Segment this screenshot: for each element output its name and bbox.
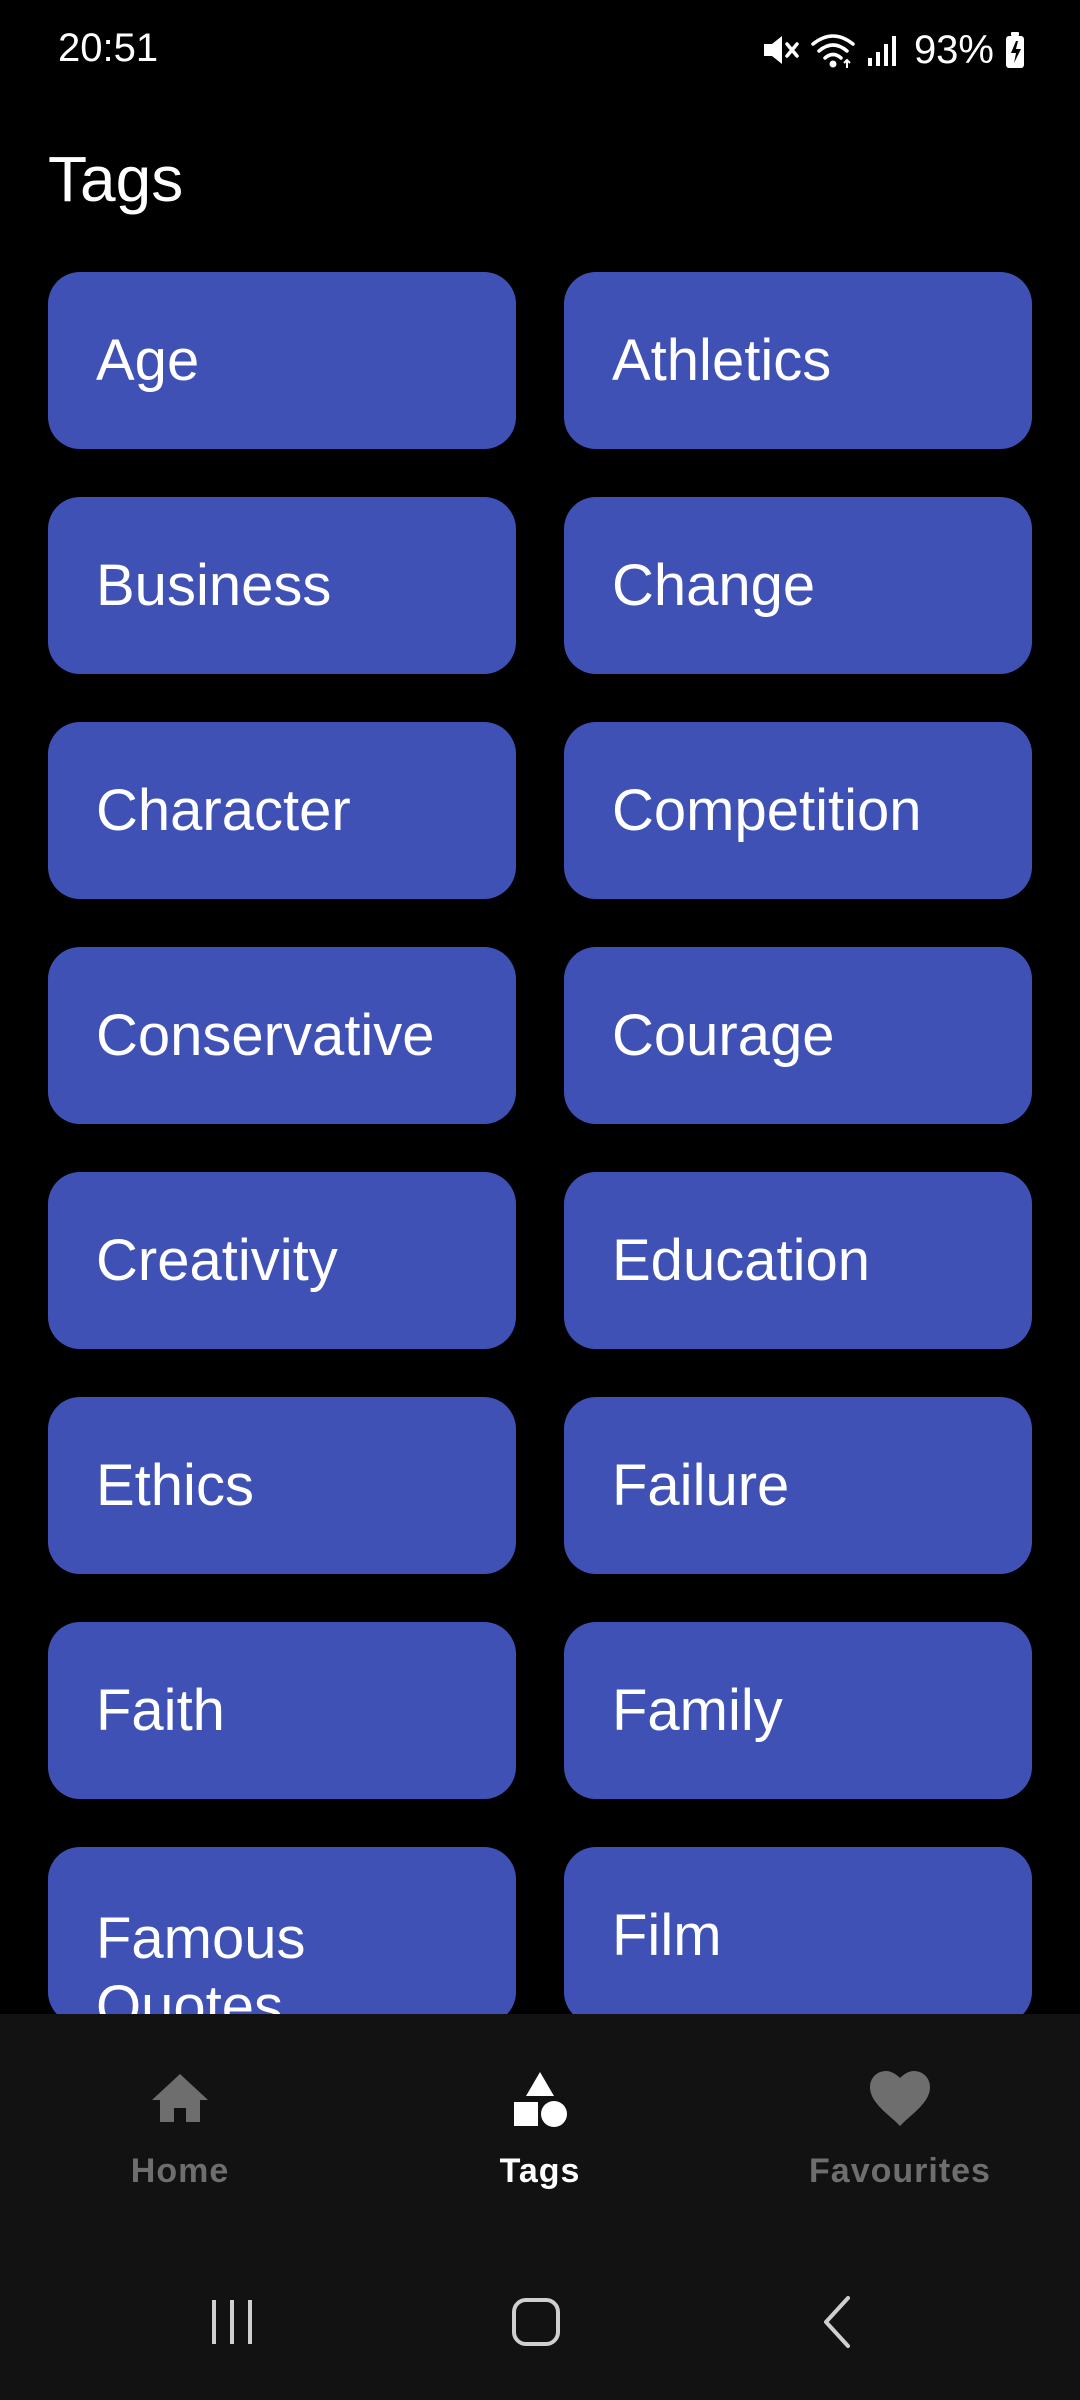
tag-label: Famous Quotes — [96, 1906, 306, 2014]
heart-icon — [870, 2071, 930, 2126]
status-bar: 20:51 93% — [0, 0, 1080, 100]
nav-tags-label: Tags — [499, 2152, 581, 2190]
tag-card[interactable]: Change — [564, 497, 1032, 674]
wifi-icon — [811, 34, 855, 68]
tag-label: Creativity — [96, 1227, 338, 1293]
home-icon[interactable] — [496, 2282, 576, 2362]
tag-label: Change — [612, 552, 816, 618]
tag-card[interactable]: Courage — [564, 947, 1032, 1124]
tag-card[interactable]: Ethics — [48, 1397, 516, 1574]
tag-label: Character — [96, 777, 351, 843]
status-icons: 93% — [760, 22, 1026, 78]
status-time: 20:51 — [58, 26, 159, 70]
tag-card[interactable]: Business — [48, 497, 516, 674]
tag-card[interactable]: Character — [48, 722, 516, 899]
tag-label: Ethics — [96, 1452, 254, 1518]
nav-tags[interactable]: Tags — [360, 2014, 720, 2240]
system-navigation-bar — [0, 2240, 1080, 2400]
tag-label: Competition — [612, 777, 922, 843]
recent-apps-icon[interactable] — [192, 2282, 272, 2362]
tag-card[interactable]: Family — [564, 1622, 1032, 1799]
mute-icon — [763, 36, 799, 64]
tag-label: Athletics — [612, 327, 832, 393]
tag-card[interactable]: Failure — [564, 1397, 1032, 1574]
tag-card[interactable]: Education — [564, 1172, 1032, 1349]
tag-label: Family — [612, 1677, 783, 1743]
tag-card[interactable]: Famous Quotes — [48, 1847, 516, 2014]
tag-label: Age — [96, 327, 200, 393]
tag-card[interactable]: Competition — [564, 722, 1032, 899]
battery-charging-icon — [1006, 32, 1024, 68]
tags-list[interactable]: Age Athletics Business Change Character … — [0, 272, 1080, 2014]
signal-icon — [867, 36, 896, 66]
bottom-navigation: Home Tags Favourites — [0, 2014, 1080, 2240]
nav-favourites[interactable]: Favourites — [720, 2014, 1080, 2240]
tag-label: Film — [612, 1902, 722, 1968]
tag-card[interactable]: Film — [564, 1847, 1032, 2014]
back-icon[interactable] — [800, 2282, 880, 2362]
tag-label: Courage — [612, 1002, 835, 1068]
nav-home[interactable]: Home — [0, 2014, 360, 2240]
nav-favourites-label: Favourites — [809, 2152, 991, 2190]
shapes-icon — [514, 2072, 567, 2127]
tag-label: Conservative — [96, 1002, 435, 1068]
nav-home-label: Home — [130, 2152, 230, 2190]
home-icon — [152, 2074, 208, 2122]
tag-card[interactable]: Athletics — [564, 272, 1032, 449]
tag-label: Business — [96, 552, 332, 618]
tag-card[interactable]: Age — [48, 272, 516, 449]
tag-label: Failure — [612, 1452, 790, 1518]
tag-grid: Age Athletics Business Change Character … — [48, 272, 1032, 2014]
tag-card[interactable]: Faith — [48, 1622, 516, 1799]
tag-card[interactable]: Conservative — [48, 947, 516, 1124]
page-title: Tags — [48, 143, 184, 215]
tag-label: Education — [612, 1227, 870, 1293]
battery-percentage: 93% — [913, 27, 994, 72]
tag-card[interactable]: Creativity — [48, 1172, 516, 1349]
tag-label: Faith — [96, 1677, 225, 1743]
